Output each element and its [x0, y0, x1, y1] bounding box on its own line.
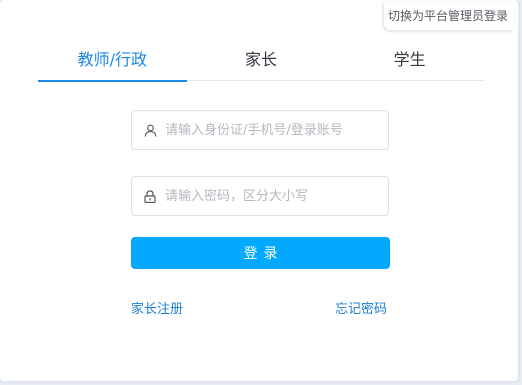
lock-icon: [143, 189, 157, 203]
login-button[interactable]: 登录: [131, 237, 390, 269]
role-tabs: 教师/行政 家长 学生: [38, 44, 484, 82]
account-input[interactable]: [165, 122, 375, 138]
login-card: 切换为平台管理员登录 教师/行政 家长 学生 登录 家长注册 忘记密码: [0, 0, 518, 381]
account-field[interactable]: [131, 110, 389, 150]
tab-parent[interactable]: 家长: [187, 44, 336, 80]
tab-teacher-admin[interactable]: 教师/行政: [38, 44, 187, 82]
password-input[interactable]: [165, 188, 375, 204]
tab-student[interactable]: 学生: [335, 44, 484, 80]
user-icon: [143, 123, 157, 137]
parent-register-link[interactable]: 家长注册: [131, 298, 183, 317]
password-field[interactable]: [131, 176, 389, 216]
forgot-password-link[interactable]: 忘记密码: [335, 298, 387, 317]
switch-to-admin-login-link[interactable]: 切换为平台管理员登录: [383, 2, 514, 30]
